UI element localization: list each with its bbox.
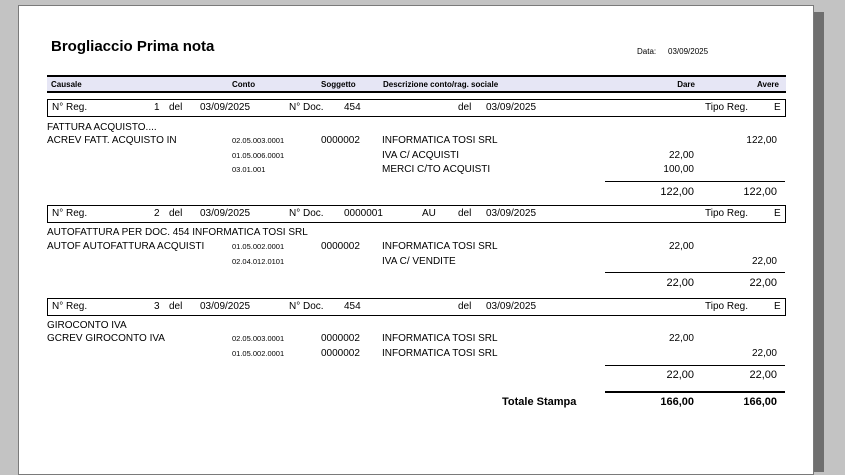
- doc-del-label: del: [458, 102, 472, 113]
- causale-text: AUTOF AUTOFATTURA ACQUISTI: [47, 241, 205, 252]
- causale-text: ACREV FATT. ACQUISTO IN: [47, 135, 177, 146]
- col-soggetto: Soggetto: [321, 80, 356, 89]
- row-dare: 22,00: [668, 150, 694, 161]
- row-avere: 122,00: [746, 135, 777, 146]
- registration-description: AUTOFATTURA PER DOC. 454 INFORMATICA TOS…: [47, 227, 308, 238]
- subtotal-rule: [605, 181, 785, 182]
- reg-date: 03/09/2025: [200, 102, 251, 113]
- subtotal-dare: 122,00: [660, 186, 694, 198]
- row-conto: 01.05.002.0001: [232, 349, 285, 358]
- row-description: INFORMATICA TOSI SRL: [382, 135, 498, 146]
- doc-del-label: del: [458, 208, 472, 219]
- row-soggetto: 0000002: [321, 241, 360, 252]
- col-causale: Causale: [51, 80, 82, 89]
- reg-del-label: del: [169, 208, 183, 219]
- doc-number: 0000001: [344, 208, 383, 219]
- row-dare: 22,00: [668, 241, 694, 252]
- subtotal-dare: 22,00: [666, 277, 694, 289]
- doc-date: 03/09/2025: [486, 102, 537, 113]
- causale-text: GCREV GIROCONTO IVA: [47, 333, 165, 344]
- tipo-reg-label: Tipo Reg.: [705, 301, 748, 312]
- subtotal-avere: 122,00: [743, 186, 777, 198]
- reg-date: 03/09/2025: [200, 208, 251, 219]
- row-description: MERCI C/TO ACQUISTI: [382, 164, 491, 175]
- row-dare: 100,00: [663, 164, 694, 175]
- doc-label: N° Doc.: [289, 208, 324, 219]
- reg-number: 1: [154, 102, 160, 113]
- doc-suffix: AU: [422, 208, 436, 219]
- col-conto: Conto: [232, 80, 256, 89]
- registration-description: FATTURA ACQUISTO....: [47, 122, 157, 133]
- row-description: INFORMATICA TOSI SRL: [382, 333, 498, 344]
- report-page: Brogliaccio Prima nota Data: 03/09/2025 …: [18, 5, 814, 475]
- subtotal-dare: 22,00: [666, 369, 694, 381]
- row-conto: 02.05.003.0001: [232, 136, 285, 145]
- row-soggetto: 0000002: [321, 348, 360, 359]
- row-description: IVA C/ ACQUISTI: [382, 150, 460, 161]
- doc-number: 454: [344, 102, 361, 113]
- row-soggetto: 0000002: [321, 135, 360, 146]
- subtotal-avere: 22,00: [749, 369, 777, 381]
- registration-header: N° Reg. 3 del 03/09/2025 N° Doc. 454 del…: [47, 298, 786, 316]
- doc-label: N° Doc.: [289, 301, 324, 312]
- tipo-reg-value: E: [774, 208, 781, 219]
- reg-date: 03/09/2025: [200, 301, 251, 312]
- row-conto: 02.05.003.0001: [232, 334, 285, 343]
- grand-total-label: Totale Stampa: [502, 396, 577, 408]
- row-description: INFORMATICA TOSI SRL: [382, 348, 498, 359]
- registration-header: N° Reg. 2 del 03/09/2025 N° Doc. 0000001…: [47, 205, 786, 223]
- date-value: 03/09/2025: [668, 47, 709, 56]
- row-conto: 03.01.001: [232, 165, 266, 174]
- reg-label: N° Reg.: [52, 208, 88, 219]
- row-conto: 01.05.006.0001: [232, 151, 285, 160]
- col-descrizione: Descrizione conto/rag. sociale: [383, 80, 499, 89]
- tipo-reg-value: E: [774, 102, 781, 113]
- row-soggetto: 0000002: [321, 333, 360, 344]
- reg-label: N° Reg.: [52, 301, 88, 312]
- grand-total-dare: 166,00: [660, 396, 694, 408]
- tipo-reg-value: E: [774, 301, 781, 312]
- subtotal-rule: [605, 272, 785, 273]
- date-label: Data:: [637, 47, 657, 56]
- doc-number: 454: [344, 301, 361, 312]
- doc-label: N° Doc.: [289, 102, 324, 113]
- page-shadow: [814, 12, 824, 472]
- tipo-reg-label: Tipo Reg.: [705, 208, 748, 219]
- row-conto: 02.04.012.0101: [232, 257, 285, 266]
- reg-number: 3: [154, 301, 160, 312]
- doc-date: 03/09/2025: [486, 301, 537, 312]
- report-title: Brogliaccio Prima nota: [51, 38, 215, 55]
- reg-del-label: del: [169, 102, 183, 113]
- row-description: INFORMATICA TOSI SRL: [382, 241, 498, 252]
- doc-date: 03/09/2025: [486, 208, 537, 219]
- registration-header: N° Reg. 1 del 03/09/2025 N° Doc. 454 del…: [47, 99, 786, 117]
- row-dare: 22,00: [668, 333, 694, 344]
- grand-total-avere: 166,00: [743, 396, 777, 408]
- grand-total-rule: [605, 391, 785, 393]
- row-avere: 22,00: [751, 348, 777, 359]
- reg-del-label: del: [169, 301, 183, 312]
- row-conto: 01.05.002.0001: [232, 242, 285, 251]
- subtotal-avere: 22,00: [749, 277, 777, 289]
- column-header: Causale Conto Soggetto Descrizione conto…: [47, 75, 786, 93]
- reg-label: N° Reg.: [52, 102, 88, 113]
- tipo-reg-label: Tipo Reg.: [705, 102, 748, 113]
- reg-number: 2: [154, 208, 160, 219]
- registration-description: GIROCONTO IVA: [47, 320, 127, 331]
- doc-del-label: del: [458, 301, 472, 312]
- row-description: IVA C/ VENDITE: [382, 256, 456, 267]
- col-dare: Dare: [677, 80, 695, 89]
- col-avere: Avere: [757, 80, 779, 89]
- subtotal-rule: [605, 365, 785, 366]
- row-avere: 22,00: [751, 256, 777, 267]
